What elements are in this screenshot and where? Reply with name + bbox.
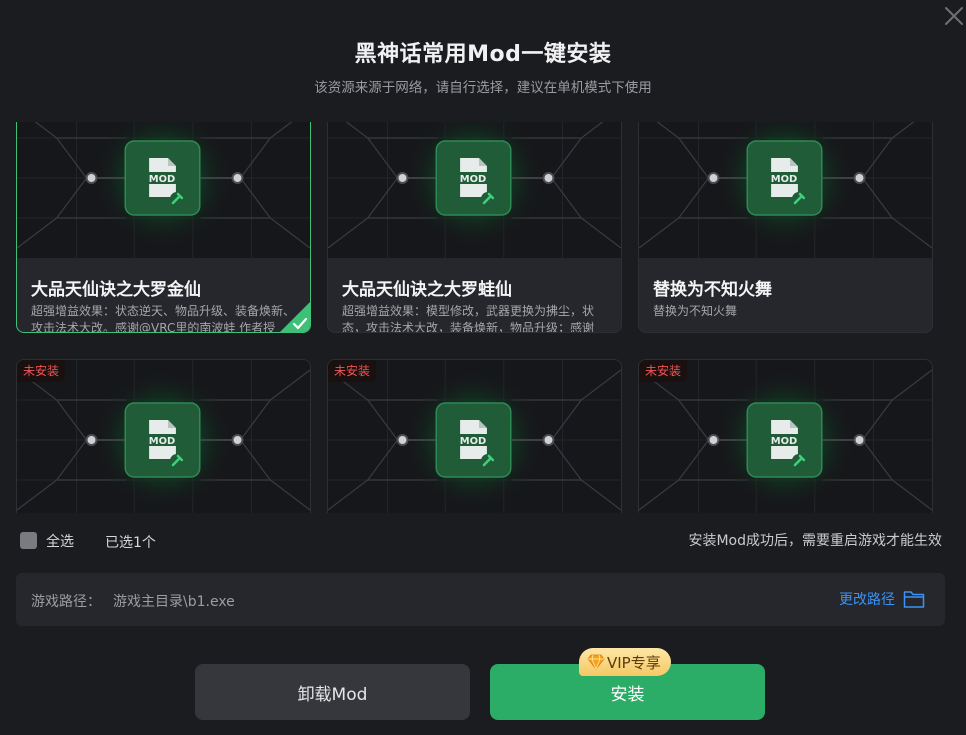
- diamond-icon: [587, 654, 605, 670]
- mod-card[interactable]: MOD 大品天仙诀之大罗金仙超强增益效果：状态逆天、物品升级、装备焕新、攻击法术大…: [16, 122, 311, 333]
- mod-description: 超强增益效果：模型修改，武器更换为拂尘，状态，攻击法术大改，装备焕新，物品升级；…: [342, 304, 595, 333]
- not-installed-badge: 未安装: [639, 360, 688, 382]
- change-path-label: 更改路径: [839, 592, 895, 608]
- mod-title: 替换为不知火舞: [653, 280, 772, 300]
- vip-badge: VIP专享: [579, 648, 671, 676]
- mod-thumbnail: MOD: [17, 360, 310, 513]
- select-all-label[interactable]: 全选: [46, 531, 74, 551]
- close-icon[interactable]: [942, 4, 966, 28]
- dialog-subtitle: 该资源来源于网络，请自行选择，建议在单机模式下使用: [314, 80, 652, 96]
- mod-icon-label: MOD: [460, 436, 487, 447]
- mod-card[interactable]: MOD未安装实时小地图添加一张小地图，小地图会显示敌人的位置、草药、宝箱和保存点: [16, 359, 311, 513]
- mod-card[interactable]: MOD未安装大圣无双完美技能大圣无双完美技能: [638, 359, 933, 513]
- mod-thumbnail: MOD: [328, 122, 621, 258]
- mod-title: 大品天仙诀之大罗蛙仙: [342, 280, 512, 300]
- mod-thumbnail: MOD: [639, 360, 932, 513]
- vip-label: VIP专享: [607, 653, 661, 672]
- dialog-title: 黑神话常用Mod一键安装: [354, 42, 612, 67]
- mod-icon-label: MOD: [771, 436, 798, 447]
- not-installed-badge: 未安装: [328, 360, 377, 382]
- game-path-bar: 游戏路径： 游戏主目录\b1.exe 更改路径: [16, 573, 945, 626]
- restart-notice: 安装Mod成功后，需要重启游戏才能生效: [688, 533, 942, 549]
- uninstall-label: 卸载Mod: [297, 684, 368, 705]
- mod-icon-label: MOD: [149, 436, 176, 447]
- path-label: 游戏路径：: [31, 594, 101, 610]
- mod-description: 替换为不知火舞: [653, 304, 738, 318]
- mod-title: 大品天仙诀之大罗金仙: [31, 280, 201, 300]
- mod-card[interactable]: MOD 替换为不知火舞 替换为不知火舞: [638, 122, 933, 333]
- card-row: MOD未安装实时小地图添加一张小地图，小地图会显示敌人的位置、草药、宝箱和保存点…: [16, 359, 934, 513]
- selection-row: 全选 已选1个 安装Mod成功后，需要重启游戏才能生效: [18, 530, 944, 554]
- not-installed-badge: 未安装: [17, 360, 66, 382]
- uninstall-mod-button[interactable]: 卸载Mod: [195, 664, 470, 720]
- mod-grid[interactable]: MOD 大品天仙诀之大罗金仙超强增益效果：状态逆天、物品升级、装备焕新、攻击法术大…: [16, 122, 934, 513]
- mod-icon-label: MOD: [149, 174, 176, 185]
- select-all-checkbox[interactable]: [20, 532, 37, 549]
- mod-icon-label: MOD: [771, 174, 798, 185]
- mod-thumbnail: MOD: [639, 122, 932, 258]
- mod-icon-label: MOD: [460, 174, 487, 185]
- mod-card[interactable]: MOD 大品天仙诀之大罗蛙仙超强增益效果：模型修改，武器更换为拂尘，状态，攻击法术…: [327, 122, 622, 333]
- selected-count: 已选1个: [105, 535, 156, 551]
- mod-card[interactable]: MOD未安装季莹莹哪吒（含语音）季莹莹哪吒（含语音）: [327, 359, 622, 513]
- change-path-button[interactable]: 更改路径: [839, 589, 925, 609]
- mod-description: 超强增益效果：状态逆天、物品升级、装备焕新、攻击法术大改。感谢@VRC里的南波蛙…: [31, 304, 296, 333]
- path-value: 游戏主目录\b1.exe: [113, 594, 235, 610]
- install-label: 安装: [610, 684, 645, 705]
- folder-icon: [903, 591, 925, 608]
- selected-check-icon: [280, 302, 310, 332]
- mod-thumbnail: MOD: [328, 360, 621, 513]
- mod-thumbnail: MOD: [17, 122, 310, 258]
- card-row: MOD 大品天仙诀之大罗金仙超强增益效果：状态逆天、物品升级、装备焕新、攻击法术大…: [16, 122, 934, 359]
